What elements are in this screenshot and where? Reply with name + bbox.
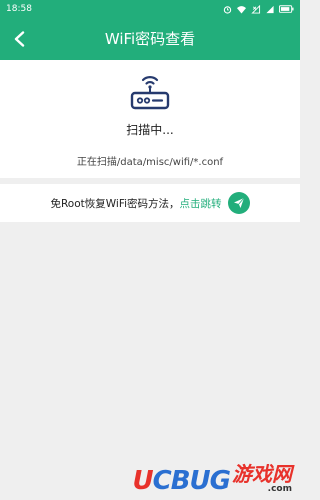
scan-card: 扫描中... 正在扫描/data/misc/wifi/*.conf	[0, 60, 300, 178]
status-icons	[223, 4, 294, 14]
wifi-icon	[237, 5, 246, 14]
page-title: WiFi密码查看	[104, 30, 196, 48]
scan-path: 正在扫描/data/misc/wifi/*.conf	[76, 157, 224, 168]
watermark-cn: 游戏网	[232, 462, 292, 486]
battery-icon	[279, 5, 294, 13]
back-button[interactable]	[0, 18, 40, 60]
watermark-side: 游戏网 .com	[232, 464, 292, 494]
status-bar: 18:58	[0, 0, 300, 18]
watermark: UCBUG 游戏网 .com	[133, 464, 292, 494]
scan-status: 扫描中...	[126, 123, 174, 137]
root-recovery-link[interactable]: 免Root恢复WiFi密码方法， 点击跳转	[0, 184, 300, 222]
alarm-icon	[223, 5, 232, 14]
back-arrow-icon	[14, 31, 25, 47]
watermark-logo: UCBUG	[132, 466, 231, 496]
watermark-domain: .com	[267, 484, 292, 494]
app-bar: WiFi密码查看	[0, 18, 300, 60]
send-button[interactable]	[227, 192, 250, 214]
signal-icon	[266, 5, 274, 13]
sim-x-icon	[251, 4, 261, 14]
root-tip-link[interactable]: 点击跳转	[180, 196, 222, 211]
router-icon	[130, 76, 170, 110]
send-icon	[233, 197, 244, 208]
root-tip-text: 免Root恢复WiFi密码方法，	[50, 197, 180, 210]
status-time: 18:58	[6, 4, 32, 14]
